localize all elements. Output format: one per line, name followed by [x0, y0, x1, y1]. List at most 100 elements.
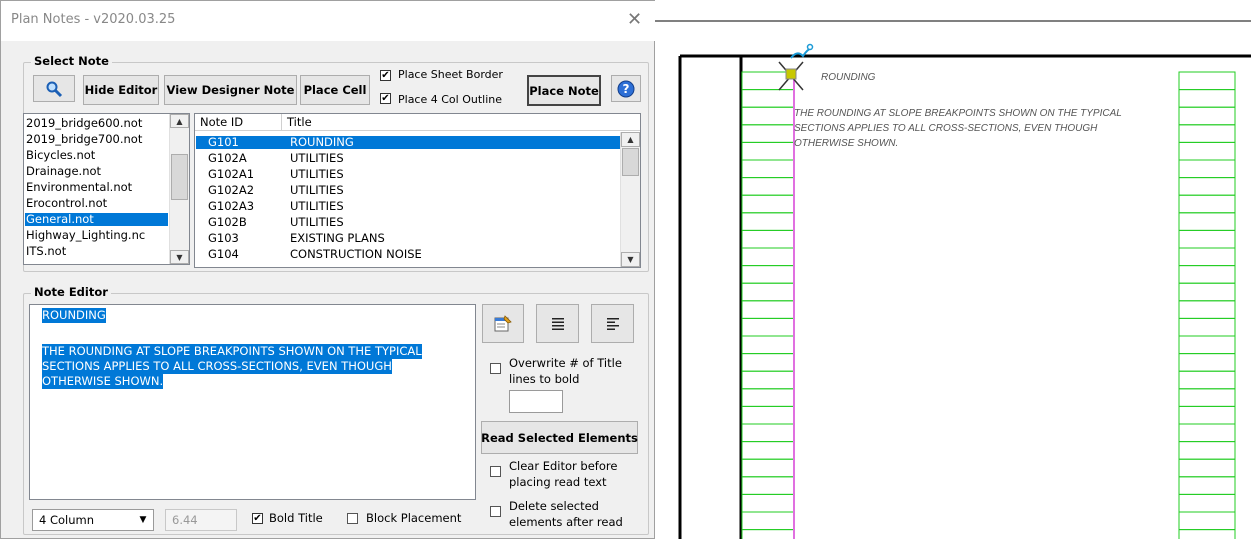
drawing-note-line: THE ROUNDING AT SLOPE BREAKPOINTS SHOWN … — [794, 108, 1122, 119]
note-editor-textarea[interactable]: ROUNDING THE ROUNDING AT SLOPE BREAKPOIN… — [29, 304, 476, 500]
grid-cell — [741, 124, 795, 143]
grid-cell — [1178, 229, 1236, 249]
file-list-item[interactable]: Environmental.not — [26, 181, 132, 194]
scroll-down-arrow-icon[interactable]: ▼ — [621, 252, 640, 267]
grid-cell — [1178, 370, 1236, 390]
grid-cell — [741, 229, 795, 249]
note-row[interactable]: G102A3 UTILITIES — [196, 200, 622, 213]
clear-editor-checkbox[interactable] — [490, 466, 501, 477]
placement-cursor-icon — [778, 43, 814, 91]
width-input[interactable]: 6.44 — [165, 509, 237, 531]
grid-cell — [741, 282, 795, 302]
header-divider — [281, 114, 282, 131]
drawing-note-line: SECTIONS APPLIES TO ALL CROSS-SECTIONS, … — [794, 123, 1098, 134]
title-lines-count-input[interactable] — [509, 390, 563, 413]
place-sheet-border-checkbox[interactable]: ✔ — [380, 70, 391, 81]
grid-cell — [741, 317, 795, 337]
grid-cell — [1178, 423, 1236, 443]
note-row[interactable]: G102A UTILITIES — [196, 152, 622, 165]
column-header-note-id[interactable]: Note ID — [200, 115, 243, 129]
select-note-label: Select Note — [31, 54, 112, 68]
place-cell-button[interactable]: Place Cell — [300, 75, 370, 105]
note-title: UTILITIES — [290, 151, 344, 165]
grid-cell — [1178, 300, 1236, 319]
scroll-thumb[interactable] — [171, 154, 188, 200]
drawing-note-title: ROUNDING — [821, 72, 876, 83]
magnifier-icon — [46, 81, 63, 97]
file-list-item[interactable]: Highway_Lighting.nc — [26, 229, 145, 242]
grid-cell — [1178, 159, 1236, 179]
place-4col-outline-checkbox[interactable]: ✔ — [380, 93, 391, 104]
grid-cell — [1178, 441, 1236, 460]
search-button[interactable] — [33, 75, 75, 102]
note-id: G103 — [208, 231, 239, 245]
justify-button[interactable] — [536, 304, 579, 343]
drawing-note-line: OTHERWISE SHOWN. — [794, 138, 899, 149]
help-button[interactable]: ? — [611, 75, 641, 102]
note-row[interactable]: G103 EXISTING PLANS — [196, 232, 622, 245]
grid-cell — [741, 511, 795, 531]
block-placement-checkbox[interactable] — [347, 513, 358, 524]
file-list-scrollbar[interactable]: ▲ ▼ — [169, 114, 189, 264]
file-list-item[interactable]: ITS.not — [26, 245, 66, 258]
view-designer-note-button[interactable]: View Designer Note — [164, 75, 297, 105]
scroll-up-arrow-icon[interactable]: ▲ — [170, 114, 189, 128]
note-row[interactable]: G102A1 UTILITIES — [196, 168, 622, 181]
grid-cell — [1178, 493, 1236, 513]
place-note-button[interactable]: Place Note — [527, 75, 601, 106]
scroll-down-arrow-icon[interactable]: ▼ — [170, 250, 189, 264]
file-list-item[interactable]: Erocontrol.not — [26, 197, 107, 210]
help-icon: ? — [617, 80, 635, 97]
grid-cell — [1178, 458, 1236, 478]
notes-grid[interactable]: Note ID Title G101 ROUNDING G102A UTILITIE… — [194, 113, 641, 268]
grid-cell — [1178, 265, 1236, 284]
file-list-item[interactable]: 2019_bridge700.not — [26, 133, 142, 146]
note-editor-label: Note Editor — [31, 285, 111, 299]
column-header-title[interactable]: Title — [287, 115, 312, 129]
overwrite-title-lines-label: Overwrite # of Title — [509, 356, 622, 370]
title-bar[interactable]: Plan Notes - v2020.03.25 ✕ — [1, 1, 655, 41]
note-row-selected[interactable]: G101 ROUNDING — [196, 136, 622, 149]
scroll-up-arrow-icon[interactable]: ▲ — [621, 132, 640, 147]
svg-text:?: ? — [623, 82, 630, 96]
overwrite-title-lines-checkbox[interactable] — [490, 363, 501, 374]
left-align-button[interactable] — [591, 304, 634, 343]
hide-editor-button[interactable]: Hide Editor — [83, 75, 159, 105]
dropdown-arrow-icon[interactable]: ▼ — [133, 510, 153, 530]
grid-cell — [741, 423, 795, 443]
grid-cell — [741, 458, 795, 478]
note-id: G102A1 — [208, 167, 255, 181]
note-row[interactable]: G102B UTILITIES — [196, 216, 622, 229]
drawing-svg — [655, 20, 1251, 539]
grid-cell — [1178, 106, 1236, 126]
column-select[interactable]: 4 Column ▼ — [32, 509, 154, 531]
notes-grid-scrollbar[interactable]: ▲ ▼ — [620, 132, 640, 267]
note-file-list[interactable]: 2019_bridge600.not 2019_bridge700.not Bi… — [23, 113, 190, 265]
note-id: G102B — [208, 215, 247, 229]
grid-cell — [741, 212, 795, 231]
grid-cell — [741, 265, 795, 284]
editor-line: SECTIONS APPLIES TO ALL CROSS-SECTIONS, … — [42, 359, 392, 374]
file-list-item[interactable]: Bicycles.not — [26, 149, 95, 162]
notes-grid-header: Note ID Title — [195, 114, 640, 131]
grid-cell — [1178, 124, 1236, 143]
properties-button[interactable] — [482, 304, 524, 343]
align-justify-icon — [551, 317, 564, 330]
editor-line: OTHERWISE SHOWN. — [42, 374, 164, 389]
file-list-item[interactable]: 2019_bridge600.not — [26, 117, 142, 130]
bold-title-checkbox[interactable]: ✔ — [252, 513, 263, 524]
file-list-item[interactable]: Drainage.not — [26, 165, 101, 178]
note-title: UTILITIES — [290, 199, 344, 213]
read-selected-elements-button[interactable]: Read Selected Elements — [481, 421, 638, 454]
close-icon[interactable]: ✕ — [627, 9, 642, 30]
note-row[interactable]: G102A2 UTILITIES — [196, 184, 622, 197]
note-row[interactable]: G104 CONSTRUCTION NOISE — [196, 248, 622, 261]
drawing-canvas[interactable]: ROUNDING THE ROUNDING AT SLOPE BREAKPOIN… — [655, 0, 1251, 539]
note-title: UTILITIES — [290, 167, 344, 181]
grid-cell — [1178, 194, 1236, 214]
grid-cell — [741, 529, 795, 539]
file-list-item-selected[interactable]: General.not — [25, 213, 168, 226]
grid-cell — [741, 106, 795, 126]
scroll-thumb[interactable] — [622, 148, 639, 176]
delete-selected-checkbox[interactable] — [490, 506, 501, 517]
